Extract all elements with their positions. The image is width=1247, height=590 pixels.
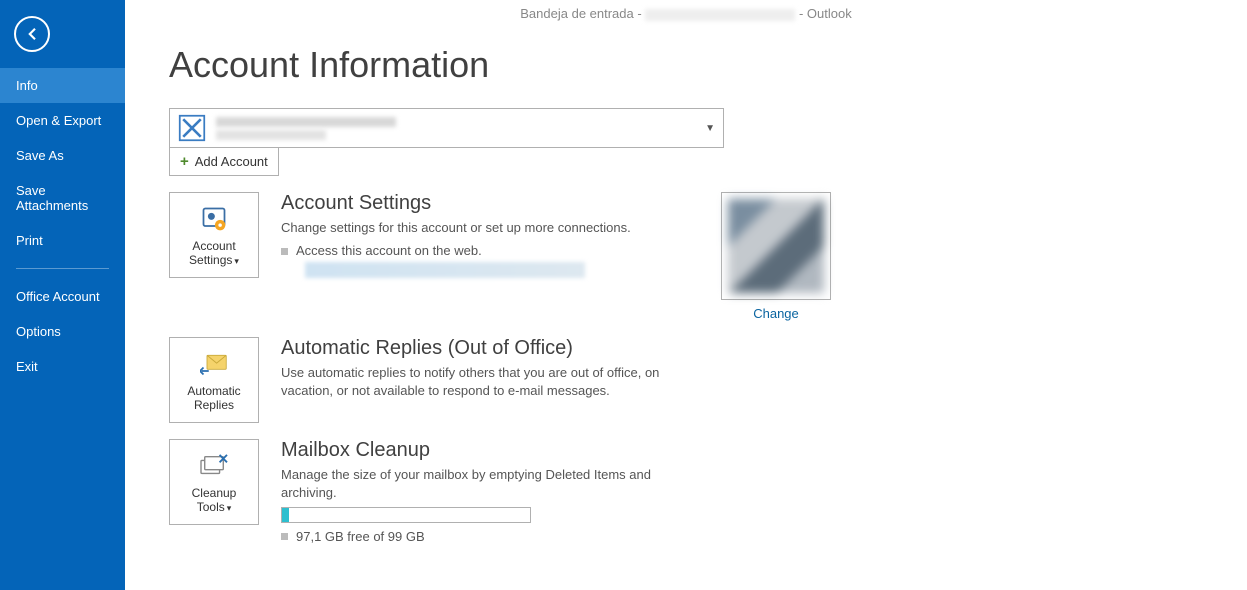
access-web-text: Access this account on the web. (296, 243, 482, 258)
chevron-down-icon: ▾ (227, 503, 232, 513)
automatic-replies-heading: Automatic Replies (Out of Office) (281, 337, 701, 360)
sidebar-item-save-attachments[interactable]: Save Attachments (0, 173, 125, 223)
button-label-line1: Automatic (187, 384, 240, 398)
account-picker-dropdown[interactable]: ▼ (169, 108, 724, 148)
bullet-icon (281, 533, 288, 540)
account-settings-description: Change settings for this account or set … (281, 219, 701, 237)
arrow-left-icon (23, 25, 41, 43)
mailbox-usage-bar (281, 507, 531, 523)
sidebar-item-save-as[interactable]: Save As (0, 138, 125, 173)
sidebar-item-label: Info (16, 78, 38, 93)
owa-link-redacted[interactable] (305, 262, 585, 278)
sidebar-item-options[interactable]: Options (0, 314, 125, 349)
account-settings-heading: Account Settings (281, 192, 701, 215)
sidebar-item-label: Save Attachments (16, 183, 88, 213)
sidebar-item-office-account[interactable]: Office Account (0, 279, 125, 314)
mailbox-storage-text: 97,1 GB free of 99 GB (296, 529, 425, 544)
exchange-icon (178, 114, 206, 142)
account-settings-icon (200, 205, 228, 233)
button-label-line2: Settings (189, 253, 232, 267)
automatic-replies-icon (200, 352, 228, 376)
button-label-line1: Account (192, 239, 235, 253)
sidebar-item-label: Save As (16, 148, 64, 163)
mailbox-usage-fill (282, 508, 289, 522)
chevron-down-icon: ▼ (705, 123, 715, 134)
add-account-button[interactable]: + Add Account (169, 148, 279, 176)
chevron-down-icon: ▾ (234, 256, 239, 266)
mailbox-cleanup-description: Manage the size of your mailbox by empty… (281, 466, 701, 501)
sidebar-item-info[interactable]: Info (0, 68, 125, 103)
add-account-label: Add Account (195, 154, 268, 169)
sidebar-item-open-export[interactable]: Open & Export (0, 103, 125, 138)
page-title: Account Information (169, 44, 1203, 86)
back-button[interactable] (14, 16, 50, 52)
cleanup-tools-button[interactable]: Cleanup Tools▾ (169, 439, 259, 525)
sidebar-item-label: Office Account (16, 289, 100, 304)
automatic-replies-button[interactable]: Automatic Replies (169, 337, 259, 423)
sidebar-item-label: Options (16, 324, 61, 339)
sidebar-item-label: Open & Export (16, 113, 101, 128)
account-photo (728, 199, 824, 293)
account-picker-text (216, 117, 705, 140)
sidebar-item-print[interactable]: Print (0, 223, 125, 258)
mailbox-cleanup-heading: Mailbox Cleanup (281, 439, 701, 462)
button-label-line1: Cleanup (192, 486, 237, 500)
sidebar-item-exit[interactable]: Exit (0, 349, 125, 384)
cleanup-tools-icon (199, 453, 229, 479)
change-photo-link[interactable]: Change (753, 306, 799, 321)
sidebar-separator (16, 268, 109, 269)
account-email-redacted (216, 117, 396, 127)
backstage-sidebar: Info Open & Export Save As Save Attachme… (0, 0, 125, 590)
sidebar-item-label: Exit (16, 359, 38, 374)
button-label-line2: Tools (197, 500, 225, 514)
account-type-redacted (216, 130, 326, 140)
account-settings-button[interactable]: Account Settings▾ (169, 192, 259, 278)
main-content: Account Information ▼ + Add Account (125, 0, 1247, 590)
plus-icon: + (180, 153, 189, 170)
button-label-line2: Replies (194, 398, 234, 412)
sidebar-item-label: Print (16, 233, 43, 248)
account-photo-frame (721, 192, 831, 300)
automatic-replies-description: Use automatic replies to notify others t… (281, 364, 701, 399)
bullet-icon (281, 248, 288, 255)
